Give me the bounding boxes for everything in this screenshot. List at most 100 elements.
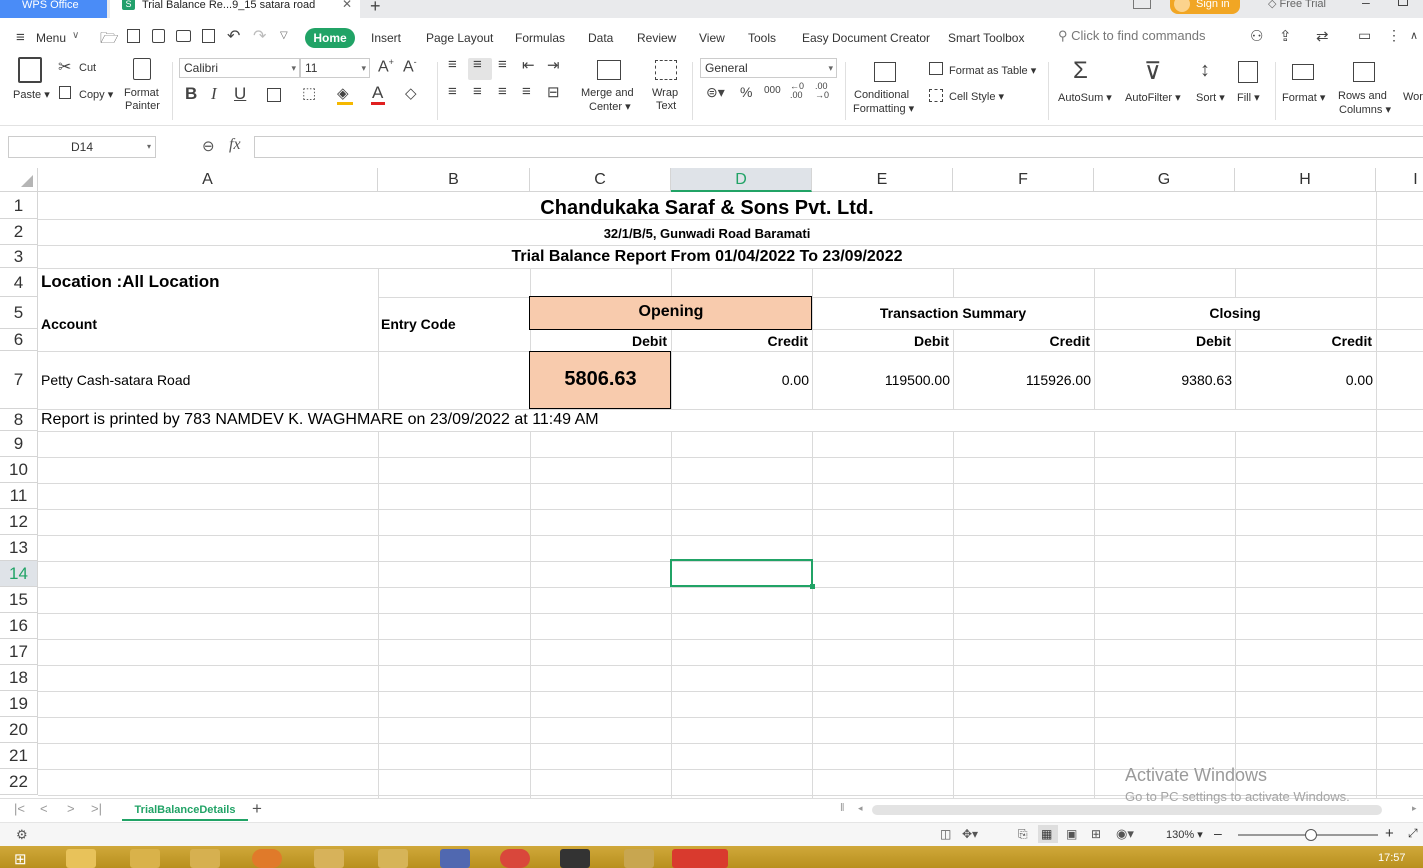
sign-in-button[interactable]: Sign in [1170,0,1240,14]
row-header-17[interactable]: 17 [0,639,38,665]
transaction-debit-cell[interactable]: 119500.00 [812,372,950,388]
row-header-4[interactable]: 4 [0,268,38,297]
wrap-text-label-1[interactable]: Wrap [652,87,678,99]
row-header-3[interactable]: 3 [0,245,38,268]
zoom-out-icon[interactable]: – [1214,825,1222,841]
zoom-in-icon[interactable]: + [1385,825,1394,842]
thousands-separator-icon[interactable]: 000 [764,85,781,96]
underline-icon[interactable]: U [234,84,246,104]
paste-button[interactable]: Paste ▾ [13,88,50,101]
fill-color-icon[interactable]: ◈ [337,84,349,102]
zoom-slider-handle[interactable] [1305,829,1317,841]
name-box[interactable]: D14 ▾ [8,136,156,158]
rows-and-columns-icon[interactable] [1353,62,1375,82]
tab-easy-document-creator[interactable]: Easy Document Creator [802,31,930,45]
column-header-a[interactable]: A [38,168,378,192]
scroll-left-icon[interactable]: ◂ [858,803,863,814]
closing-debit-cell[interactable]: 9380.63 [1094,372,1232,388]
tab-smart-toolbox[interactable]: Smart Toolbox [948,31,1024,45]
wrap-text-label-2[interactable]: Text [656,100,676,112]
zoom-formula-icon[interactable]: ⊖ [202,137,215,155]
comment-icon[interactable]: ▭ [1358,27,1371,44]
computer-icon[interactable] [190,849,220,868]
autosum-icon[interactable]: Σ [1073,57,1088,85]
format-button[interactable]: Format ▾ [1282,91,1325,104]
sync-icon[interactable]: ⇄ [1316,27,1329,45]
column-header-e[interactable]: E [812,168,953,192]
tab-insert[interactable]: Insert [371,31,401,45]
scroll-splitter-icon[interactable]: ‖ [840,802,845,814]
export-pdf-icon[interactable] [152,29,165,43]
wrap-text-icon[interactable] [655,60,677,80]
new-tab-icon[interactable]: + [370,0,381,17]
decrease-indent-icon[interactable]: ⇤ [522,56,535,74]
cell-style-button[interactable]: Cell Style ▾ [949,90,1004,103]
tab-page-layout[interactable]: Page Layout [426,31,493,45]
format-as-table-icon[interactable] [929,62,943,75]
terminal-icon[interactable] [560,849,590,868]
wps-office-icon[interactable] [672,849,728,868]
tool-icon[interactable] [314,849,344,868]
first-sheet-icon[interactable]: |< [14,801,25,816]
row-header-21[interactable]: 21 [0,743,38,769]
row-header-13[interactable]: 13 [0,535,38,561]
account-name-cell[interactable]: Petty Cash-satara Road [41,372,190,388]
select-all-corner[interactable] [0,168,38,192]
column-header-h[interactable]: H [1235,168,1376,192]
transaction-credit-cell[interactable]: 115926.00 [953,372,1091,388]
autofilter-button[interactable]: AutoFilter ▾ [1125,91,1181,104]
increase-indent-icon[interactable]: ⇥ [547,56,560,74]
sort-icon[interactable]: ↕ [1200,59,1210,82]
webcam-icon[interactable] [624,849,654,868]
hamburger-icon[interactable]: ≡ [16,29,25,46]
chevron-down-icon[interactable]: ∨ [72,30,79,41]
reading-mode-icon[interactable]: ◫ [940,827,951,841]
app-icon[interactable] [440,849,470,868]
font-name-select[interactable]: Calibri ▾ [179,58,300,78]
align-left-icon[interactable]: ≡ [448,83,457,100]
format-as-table-button[interactable]: Format as Table ▾ [949,64,1036,77]
row-header-8[interactable]: 8 [0,409,38,431]
fullscreen-icon[interactable]: ⤢ [1408,826,1418,841]
format-painter-label-1[interactable]: Format [124,87,159,99]
last-sheet-icon[interactable]: >| [91,801,102,816]
row-header-18[interactable]: 18 [0,665,38,691]
column-header-f[interactable]: F [953,168,1094,192]
opening-credit-cell[interactable]: 0.00 [671,372,809,388]
fill-pattern-icon[interactable]: ⬚ [302,84,316,102]
currency-icon[interactable]: ⊜▾ [706,84,725,101]
rows-and-columns-label-1[interactable]: Rows and [1338,90,1387,102]
paste-icon[interactable] [18,57,42,83]
copy-button[interactable]: Copy ▾ [79,88,113,101]
selected-cell-d14[interactable] [670,559,815,589]
freeze-panes-icon[interactable]: ✥▾ [962,827,978,841]
menu-button[interactable]: Menu [36,31,66,45]
quick-access-dropdown-icon[interactable]: ▽ [280,30,288,41]
column-header-i[interactable]: I [1376,168,1423,192]
row-header-12[interactable]: 12 [0,509,38,535]
fill-button[interactable]: Fill ▾ [1237,91,1260,104]
row-header-14[interactable]: 14 [0,561,38,587]
previous-sheet-icon[interactable]: < [40,801,48,816]
cell-style-icon[interactable] [929,89,943,102]
row-header-16[interactable]: 16 [0,613,38,639]
clear-format-icon[interactable]: ◇ [405,84,417,102]
command-search[interactable]: ⚲ Click to find commands [1058,28,1206,44]
document-tab[interactable]: S Trial Balance Re...9_15 satara road ✕ [110,0,360,18]
scroll-right-icon[interactable]: ▸ [1412,803,1417,814]
fx-icon[interactable]: fx [229,136,241,154]
sheet-tab-trialbalancedetails[interactable]: TrialBalanceDetails [122,799,248,821]
distributed-icon[interactable]: ⊟ [547,83,560,101]
horizontal-scrollbar[interactable] [872,805,1382,815]
document-icon[interactable] [378,849,408,868]
conditional-formatting-button[interactable]: Formatting ▾ [853,102,914,115]
decrease-decimal-icon[interactable]: .00 →0 [815,82,829,100]
italic-icon[interactable]: I [211,84,217,104]
tab-view[interactable]: View [699,31,725,45]
add-sheet-button[interactable]: + [252,799,262,819]
windows-start-icon[interactable]: ⊞ [14,850,27,868]
row-header-7[interactable]: 7 [0,351,38,409]
page-break-icon[interactable]: ⎘ [1018,827,1028,842]
row-header-19[interactable]: 19 [0,691,38,717]
tab-review[interactable]: Review [637,31,676,45]
